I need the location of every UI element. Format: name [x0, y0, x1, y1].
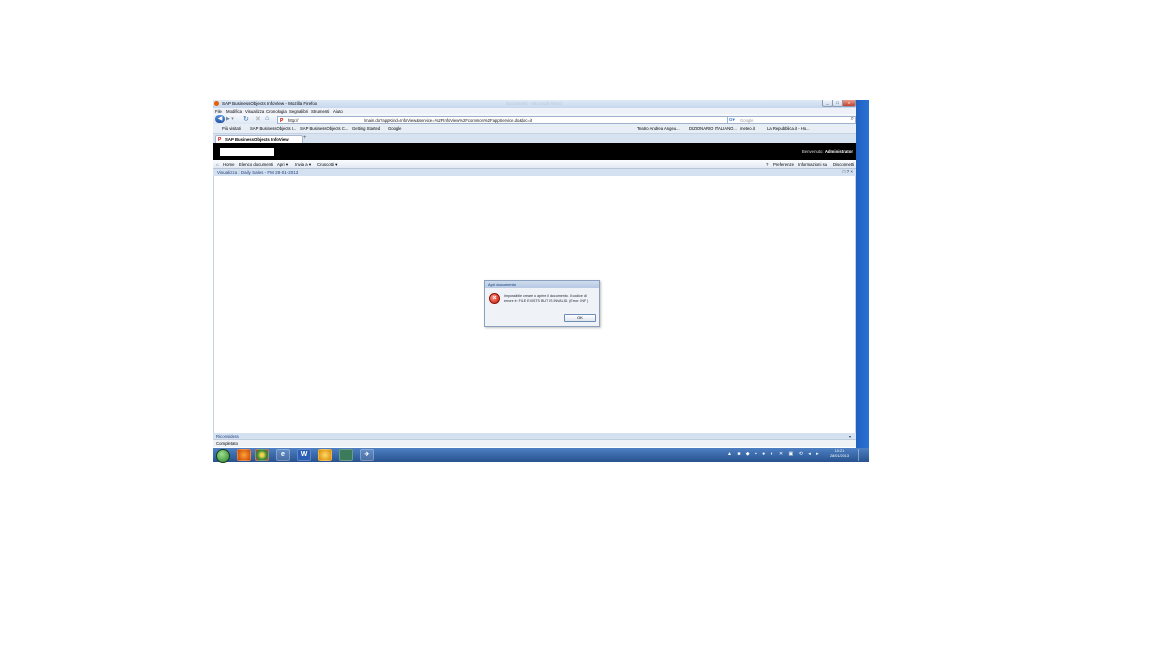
document-title-bar: Visualizza : Daily Sales - FM 28-01-2013… — [213, 169, 856, 176]
clock[interactable]: 10:21 28/01/2013 — [830, 449, 849, 459]
bookmark-2[interactable]: SAP BusinessObjects C... — [300, 126, 348, 131]
tab-label: SAP BusinessObjects InfoView — [225, 137, 289, 142]
tab-strip: P SAP BusinessObjects InfoView + — [213, 134, 856, 144]
reload-icon[interactable]: ↻ — [243, 115, 249, 123]
bookmark-5[interactable]: Teatro Andrea Angeu... — [637, 126, 680, 131]
system-tray: ▲ ■ ◆ ▪ ● ◐ ✕ ▣ ⟲ ◂ ▸ — [727, 451, 821, 457]
sap-menu-bar: ⌂ Home Elenco documenti Apri ▾ Invia a ▾… — [213, 160, 856, 169]
media-taskbar-icon[interactable] — [318, 449, 332, 461]
menu-modifica[interactable]: Modifica — [226, 109, 242, 114]
menu-visualizza[interactable]: Visualizza — [245, 109, 264, 114]
title-bar[interactable]: SAP BusinessObjects InfoView - Mozilla F… — [213, 100, 856, 108]
ghost-title: Documenti - Microsoft Word — [506, 101, 562, 106]
error-icon: × — [489, 293, 500, 304]
document-title: Visualizza : Daily Sales - FM 28-01-2013 — [217, 170, 299, 175]
bookmark-3[interactable]: Getting Started — [352, 126, 380, 131]
search-placeholder: Google — [740, 117, 754, 123]
url-text: /main.do?appKind=InfoView&service=%2FInf… — [364, 117, 533, 123]
about-link[interactable]: Informazioni su — [798, 162, 827, 167]
chrome-taskbar-icon[interactable] — [255, 449, 269, 461]
menu-home[interactable]: Home — [223, 162, 234, 167]
bottom-label[interactable]: Riconsidera — [216, 434, 239, 439]
ok-button[interactable]: OK — [564, 314, 596, 322]
sap-header: Benvenuto: Administrator — [213, 143, 856, 160]
taskbar: e W ✈ ▲ ■ ◆ ▪ ● ◐ ✕ ▣ ⟲ ◂ ▸ 10:21 28/01/… — [213, 448, 869, 463]
error-dialog: Apri documento × Impossibile creare o ap… — [484, 280, 600, 327]
ie-taskbar-icon[interactable]: e — [276, 449, 290, 461]
start-button[interactable] — [216, 449, 230, 463]
firefox-taskbar-icon[interactable] — [237, 449, 251, 461]
menu-open[interactable]: Apri ▾ — [277, 162, 288, 168]
error-message: Impossibile creare o aprire il documento… — [504, 294, 589, 303]
status-bar: Completato — [213, 439, 856, 447]
back-icon[interactable]: ◀ — [215, 115, 225, 123]
bookmark-7[interactable]: meteo.it — [740, 126, 755, 131]
pin-taskbar-icon[interactable]: ✈ — [360, 449, 374, 461]
window-controls-icon[interactable]: □ ? × — [843, 169, 853, 174]
bookmark-1[interactable]: SAP BusinessObjects I... — [250, 126, 296, 131]
menu-file[interactable]: File — [215, 109, 222, 114]
home-icon[interactable]: ⌂ — [265, 115, 269, 122]
menu-strumenti[interactable]: Strumenti — [311, 109, 329, 114]
show-desktop-button[interactable] — [858, 449, 867, 461]
browser-window: SAP BusinessObjects InfoView - Mozilla F… — [213, 100, 856, 450]
help-button[interactable]: ? — [766, 162, 768, 167]
url-bar[interactable]: P http:// /main.do?appKind=InfoView&serv… — [277, 116, 797, 124]
bookmark-0[interactable]: Più visitati — [222, 126, 241, 131]
bookmarks-bar: Più visitati SAP BusinessObjects I... SA… — [213, 124, 856, 134]
menu-aiuto[interactable]: Aiuto — [333, 109, 343, 114]
word-taskbar-icon[interactable]: W — [297, 449, 311, 461]
sap-favicon: P — [280, 117, 284, 124]
user-name: Administrator — [824, 149, 853, 154]
dialog-header: Apri documento — [485, 281, 599, 288]
bookmark-4[interactable]: Google — [388, 126, 402, 131]
menu-segnalibri[interactable]: Segnalibri — [289, 109, 308, 114]
firefox-icon — [214, 101, 219, 106]
logo-redaction — [220, 148, 274, 156]
bookmark-8[interactable]: La Repubblica.it - Ho... — [767, 126, 810, 131]
desktop-background-strip — [856, 100, 869, 450]
home-icon[interactable]: ⌂ — [216, 162, 219, 167]
menu-dashboards[interactable]: Cruscotti ▾ — [317, 162, 337, 168]
url-prefix: http:// — [288, 117, 299, 123]
google-icon: G▾ — [729, 117, 735, 122]
close-button[interactable]: x — [842, 100, 856, 107]
menu-send-to[interactable]: Invia a ▾ — [295, 162, 311, 168]
logout-link[interactable]: Disconnetti — [833, 162, 854, 167]
menu-cronologia[interactable]: Cronologia — [266, 109, 287, 114]
new-tab-button[interactable]: + — [303, 135, 307, 141]
clock-date: 28/01/2013 — [829, 454, 849, 458]
search-box[interactable]: G▾ Google ⌕ — [727, 116, 856, 124]
expand-icon[interactable]: ▾ — [849, 434, 851, 439]
preferences-link[interactable]: Preferenze — [773, 162, 794, 167]
tab-favicon: P — [218, 136, 222, 143]
bookmark-6[interactable]: DIZIONARIO ITALIANO... — [689, 126, 737, 131]
status-text: Completato — [216, 441, 238, 446]
navigation-bar: ◀ ▶ ▾ ↻ ✕ ⌂ P http:// /main.do?appKind=I… — [213, 114, 856, 124]
dialog-title: Apri documento — [488, 282, 517, 287]
greeting: Benvenuto: Administrator — [801, 149, 853, 154]
window-title: SAP BusinessObjects InfoView - Mozilla F… — [222, 101, 318, 106]
stop-icon[interactable]: ✕ — [255, 115, 261, 123]
app-taskbar-icon[interactable] — [339, 449, 353, 461]
forward-icon[interactable]: ▶ ▾ — [226, 116, 234, 122]
menu-document-list[interactable]: Elenco documenti — [239, 162, 273, 167]
url-redaction — [303, 117, 363, 122]
search-icon[interactable]: ⌕ — [851, 116, 854, 123]
